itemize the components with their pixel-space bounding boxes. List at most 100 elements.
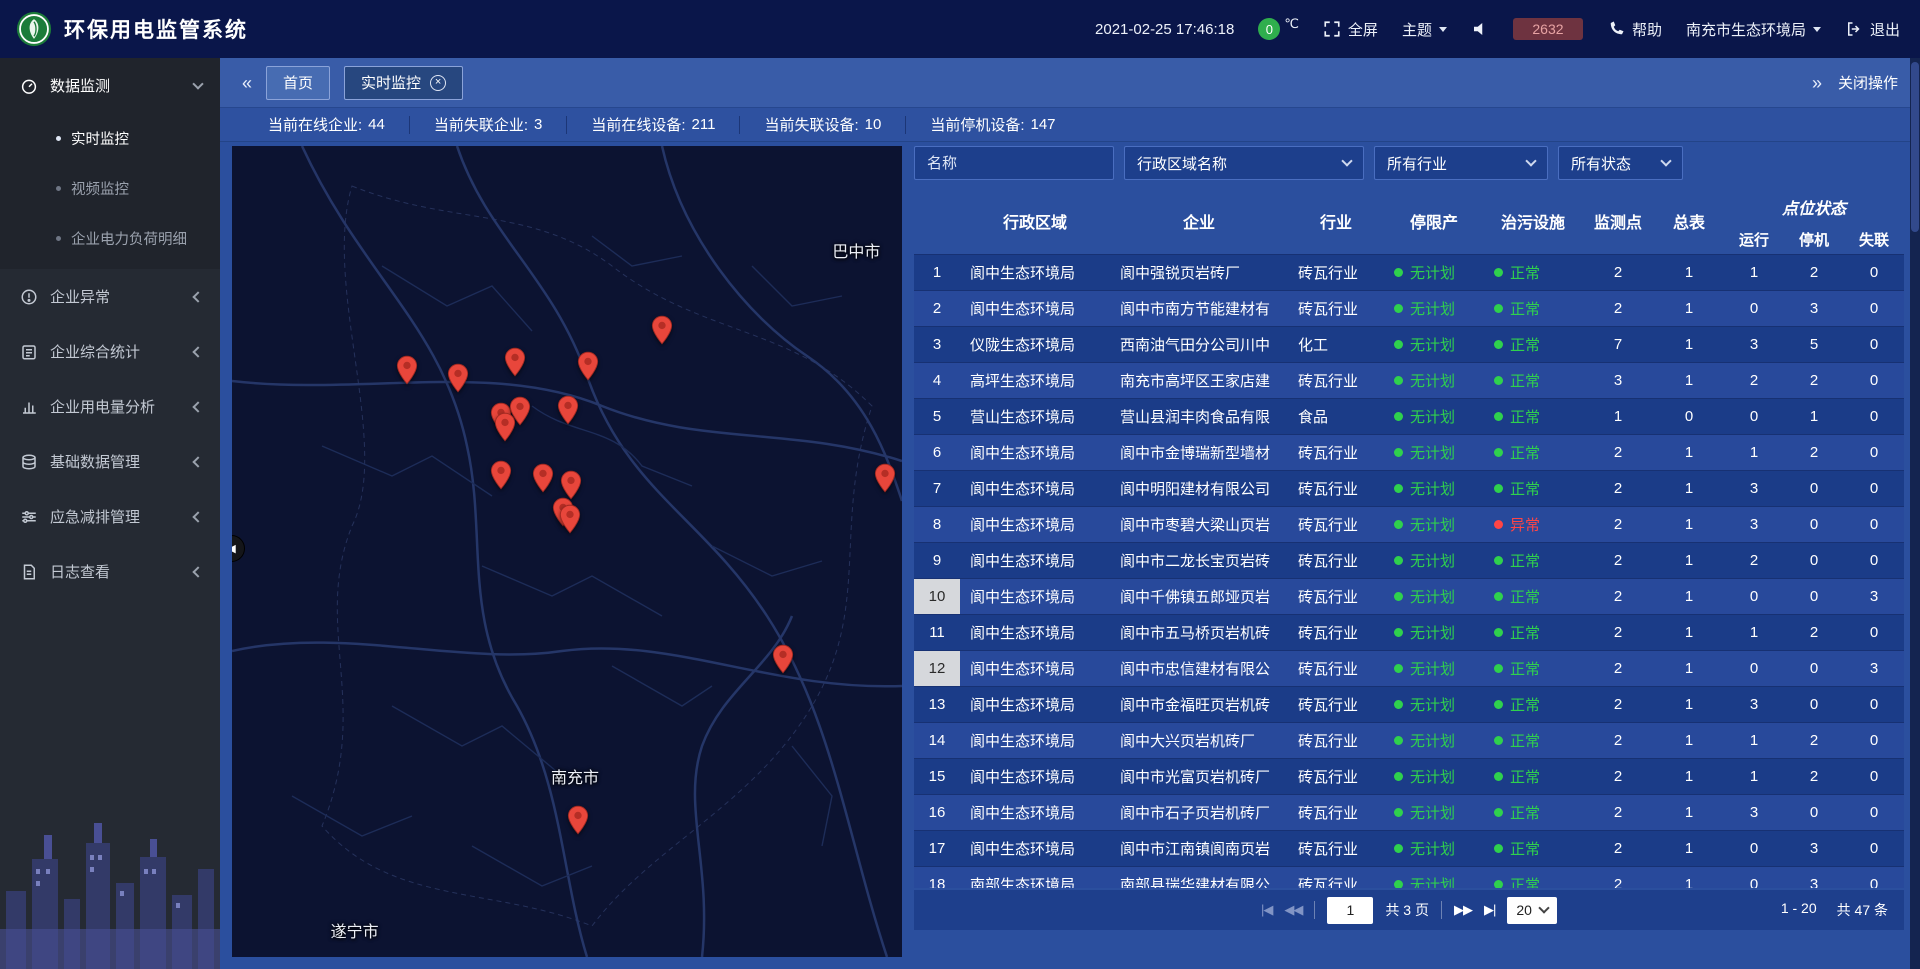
close-operations-button[interactable]: 关闭操作 <box>1838 72 1898 93</box>
map-pin[interactable] <box>651 315 673 345</box>
row-number: 1 <box>914 254 960 290</box>
cell-meters: 1 <box>1654 434 1724 470</box>
page-size-select[interactable]: 20 <box>1507 897 1557 924</box>
table-row[interactable]: 3 仪陇生态环境局 西南油气田分公司川中 化工 无计划 正常 7 1 3 5 <box>914 326 1904 362</box>
logout-button[interactable]: 退出 <box>1845 19 1900 40</box>
cell-limit-status: 无计划 <box>1384 434 1484 470</box>
help-button[interactable]: 帮助 <box>1607 19 1662 40</box>
table-row[interactable]: 7 阆中生态环境局 阆中明阳建材有限公司 砖瓦行业 无计划 正常 2 1 3 <box>914 470 1904 506</box>
theme-dropdown[interactable]: 主题 <box>1402 19 1447 40</box>
cell-running: 3 <box>1724 326 1784 362</box>
map-city-label: 巴中市 <box>832 238 880 262</box>
cell-company: 阆中市金博瑞新型墙材 <box>1110 434 1288 470</box>
map-pin[interactable] <box>396 355 418 385</box>
tab-home[interactable]: 首页 <box>266 66 330 100</box>
page-number-input[interactable] <box>1327 897 1373 924</box>
map-pin[interactable] <box>567 805 589 835</box>
cell-facility-status: 正常 <box>1484 542 1582 578</box>
status-dot <box>1394 592 1403 601</box>
table-row[interactable]: 8 阆中生态环境局 阆中市枣碧大梁山页岩 砖瓦行业 无计划 异常 2 1 3 <box>914 506 1904 542</box>
tabs-scroll-left-icon[interactable]: « <box>242 74 252 92</box>
map-pin[interactable] <box>557 395 579 425</box>
map-pin[interactable] <box>447 363 469 393</box>
table-row[interactable]: 6 阆中生态环境局 阆中市金博瑞新型墙材 砖瓦行业 无计划 正常 2 1 1 <box>914 434 1904 470</box>
table-row[interactable]: 2 阆中生态环境局 阆中市南方节能建材有 砖瓦行业 无计划 正常 2 1 0 <box>914 290 1904 326</box>
map-pin[interactable] <box>559 504 581 534</box>
temperature-widget: 0 ℃ <box>1258 18 1299 40</box>
organization-dropdown[interactable]: 南充市生态环境局 <box>1686 19 1821 40</box>
status-dot <box>1394 376 1403 385</box>
scrollbar-thumb[interactable] <box>1911 62 1919 232</box>
sidebar-item-data-monitor[interactable]: 数据监测 <box>0 58 220 113</box>
table-row[interactable]: 13 阆中生态环境局 阆中市金福旺页岩机砖 砖瓦行业 无计划 正常 2 1 3 <box>914 686 1904 722</box>
table-row[interactable]: 18 南部生态环境局 南部县瑞华建材有限公 砖瓦行业 无计划 正常 2 1 0 <box>914 866 1904 888</box>
table-row[interactable]: 11 阆中生态环境局 阆中市五马桥页岩机砖 砖瓦行业 无计划 正常 2 1 1 <box>914 614 1904 650</box>
sidebar-item-enterprise-statistics[interactable]: 企业综合统计 <box>0 324 220 379</box>
map-pin[interactable] <box>577 351 599 381</box>
cell-facility-status: 正常 <box>1484 326 1582 362</box>
table-row[interactable]: 4 高坪生态环境局 南充市高坪区王家店建 砖瓦行业 无计划 正常 3 1 2 <box>914 362 1904 398</box>
cell-lost: 3 <box>1844 650 1904 686</box>
table-row[interactable]: 9 阆中生态环境局 阆中市二龙长宝页岩砖 砖瓦行业 无计划 正常 2 1 2 <box>914 542 1904 578</box>
cell-meters: 1 <box>1654 254 1724 290</box>
row-number: 8 <box>914 506 960 542</box>
clipboard-chart-icon <box>20 343 38 361</box>
row-number: 5 <box>914 398 960 434</box>
map-pin[interactable] <box>560 470 582 500</box>
map-pin[interactable] <box>532 463 554 493</box>
tab-bar: « 首页 实时监控 × » 关闭操作 <box>220 58 1920 108</box>
table-row[interactable]: 12 阆中生态环境局 阆中市忠信建材有限公 砖瓦行业 无计划 正常 2 1 0 <box>914 650 1904 686</box>
table-row[interactable]: 1 阆中生态环境局 阆中强锐页岩砖厂 砖瓦行业 无计划 正常 2 1 1 2 <box>914 254 1904 290</box>
map-pin[interactable] <box>494 412 516 442</box>
status-dot <box>1494 844 1503 853</box>
sidebar-item-log-view[interactable]: 日志查看 <box>0 544 220 599</box>
cell-region: 阆中生态环境局 <box>960 542 1110 578</box>
alarm-count-badge[interactable]: 2632 <box>1513 18 1583 40</box>
map-pin[interactable] <box>490 460 512 490</box>
first-page-icon[interactable]: |◀ <box>1261 902 1272 918</box>
map[interactable]: 巴中市 南充市 遂宁市 <box>232 146 902 957</box>
industry-filter-select[interactable]: 所有行业 <box>1374 146 1548 180</box>
cell-company: 南充市高坪区王家店建 <box>1110 362 1288 398</box>
region-filter-select[interactable]: 行政区域名称 <box>1124 146 1364 180</box>
sidebar-item-video-monitor[interactable]: 视频监控 <box>0 163 220 213</box>
cell-industry: 砖瓦行业 <box>1288 578 1384 614</box>
map-pin[interactable] <box>772 644 794 674</box>
fullscreen-button[interactable]: 全屏 <box>1323 19 1378 40</box>
table-row[interactable]: 10 阆中生态环境局 阆中千佛镇五郎垭页岩 砖瓦行业 无计划 正常 2 1 0 <box>914 578 1904 614</box>
status-dot <box>1394 448 1403 457</box>
status-filter-select[interactable]: 所有状态 <box>1558 146 1683 180</box>
chevron-down-icon <box>1538 902 1549 913</box>
table-row[interactable]: 17 阆中生态环境局 阆中市江南镇阆南页岩 砖瓦行业 无计划 正常 2 1 0 <box>914 830 1904 866</box>
cell-industry: 砖瓦行业 <box>1288 614 1384 650</box>
sidebar-item-power-load-detail[interactable]: 企业电力负荷明细 <box>0 213 220 263</box>
cell-lost: 0 <box>1844 470 1904 506</box>
top-header: 环保用电监管系统 2021-02-25 17:46:18 0 ℃ 全屏 主题 2… <box>0 0 1920 58</box>
sidebar-item-emergency-reduction[interactable]: 应急减排管理 <box>0 489 220 544</box>
sidebar-item-realtime-monitor[interactable]: 实时监控 <box>0 113 220 163</box>
prev-page-icon[interactable]: ◀◀ <box>1284 902 1302 918</box>
next-page-icon[interactable]: ▶▶ <box>1454 902 1472 918</box>
col-limit: 停限产 <box>1384 188 1484 254</box>
bullet-icon <box>56 186 61 191</box>
sidebar-item-enterprise-abnormal[interactable]: 企业异常 <box>0 269 220 324</box>
tab-close-icon[interactable]: × <box>430 75 446 91</box>
row-number: 10 <box>914 578 960 614</box>
name-filter-input[interactable] <box>914 146 1114 180</box>
stat-label: 当前停机设备: <box>930 114 1024 135</box>
table-row[interactable]: 15 阆中生态环境局 阆中市光富页岩机砖厂 砖瓦行业 无计划 正常 2 1 1 <box>914 758 1904 794</box>
sidebar-item-base-data[interactable]: 基础数据管理 <box>0 434 220 489</box>
map-pin[interactable] <box>504 347 526 377</box>
tab-realtime-monitor[interactable]: 实时监控 × <box>344 66 463 100</box>
alarm-sound-button[interactable] <box>1471 20 1489 38</box>
table-row[interactable]: 16 阆中生态环境局 阆中市石子页岩机砖厂 砖瓦行业 无计划 正常 2 1 3 <box>914 794 1904 830</box>
table-row[interactable]: 14 阆中生态环境局 阆中大兴页岩机砖厂 砖瓦行业 无计划 正常 2 1 1 <box>914 722 1904 758</box>
sidebar-item-power-analysis[interactable]: 企业用电量分析 <box>0 379 220 434</box>
table-row[interactable]: 5 营山生态环境局 营山县润丰肉食品有限 食品 无计划 正常 1 0 0 1 <box>914 398 1904 434</box>
status-dot <box>1394 268 1403 277</box>
tabs-scroll-right-icon[interactable]: » <box>1812 74 1822 92</box>
map-pin[interactable] <box>874 463 896 493</box>
cell-running: 2 <box>1724 362 1784 398</box>
last-page-icon[interactable]: ▶| <box>1484 902 1495 918</box>
status-dot <box>1494 736 1503 745</box>
